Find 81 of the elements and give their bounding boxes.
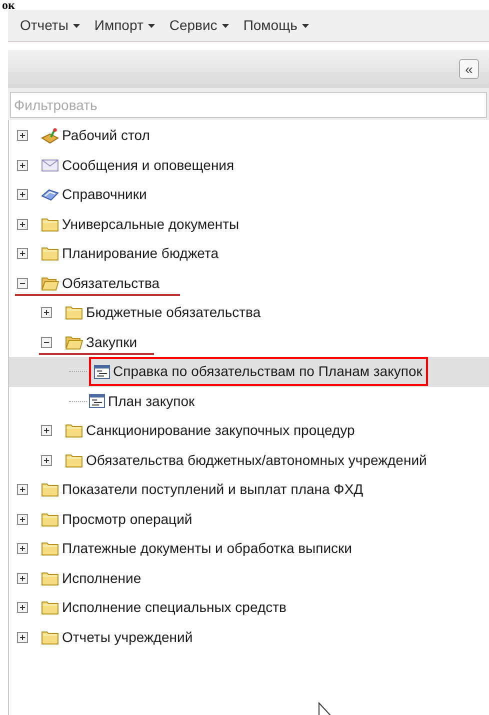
open-folder-icon	[65, 334, 83, 350]
open-folder-icon	[41, 276, 59, 291]
expand-icon[interactable]	[41, 454, 52, 466]
tree-row[interactable]: План закупок	[9, 386, 489, 416]
folder-icon	[41, 630, 59, 645]
tree-item-label[interactable]: Обязательства бюджетных/автономных учреждений	[86, 450, 427, 471]
folder-icon	[65, 452, 83, 468]
menu-button[interactable]: Импорт	[94, 15, 156, 36]
folder-icon	[41, 216, 59, 232]
folder-icon	[41, 246, 59, 262]
book-icon	[41, 188, 59, 202]
collapse-button[interactable]: «	[459, 59, 479, 79]
expand-icon[interactable]	[17, 543, 28, 554]
tree-row[interactable]: Бюджетные обязательства	[9, 298, 489, 328]
tree-item-label[interactable]: Планирование бюджета	[62, 243, 219, 264]
tree-item-label[interactable]: Бюджетные обязательства	[86, 302, 261, 324]
tree-row[interactable]: Обязательства бюджетных/автономных учреждений	[9, 446, 489, 475]
tree-item-label[interactable]: Закупки	[86, 332, 138, 353]
tree-item-label[interactable]: Сообщения и оповещения	[62, 154, 234, 176]
folder-icon	[65, 305, 83, 320]
folder-icon	[41, 570, 59, 586]
list-document-icon	[89, 394, 105, 408]
expand-icon[interactable]	[41, 307, 52, 318]
menu-button[interactable]: Отчеты	[20, 15, 80, 36]
expand-icon[interactable]	[17, 514, 28, 525]
expand-icon[interactable]	[17, 572, 28, 584]
tree-row[interactable]: Закупки	[9, 328, 489, 357]
tree-item-label[interactable]: Показатели поступлений и выплат плана ФХД	[62, 479, 364, 500]
tree-item-label[interactable]: Справочники	[62, 184, 147, 206]
tree-item-label[interactable]: Исполнение	[62, 568, 142, 589]
tree-item-label[interactable]: Исполнение специальных средств	[62, 597, 286, 618]
tree-item-label[interactable]: Просмотр операций	[62, 508, 192, 530]
caret-icon	[222, 24, 230, 28]
collapse-icon[interactable]	[41, 336, 52, 348]
tree-item-label[interactable]: Санкционирование закупочных процедур	[86, 420, 355, 442]
tree-row[interactable]: Планирование бюджета	[9, 239, 489, 268]
selected-tree-row[interactable]: Справка по обязательствам по Планам закупок	[9, 357, 489, 386]
tree-row[interactable]: Платежные документы и обработка выписки	[9, 534, 489, 564]
tree-row[interactable]: Санкционирование закупочных процедур	[9, 416, 489, 446]
tree-item-label[interactable]: План закупок	[108, 390, 195, 412]
tree-row[interactable]: Рабочий стол	[9, 121, 489, 150]
expand-icon[interactable]	[41, 425, 52, 436]
envelope-icon	[41, 158, 59, 172]
folder-icon	[41, 482, 59, 498]
caret-icon	[148, 24, 156, 28]
tree-row[interactable]: Показатели поступлений и выплат плана ФХД	[9, 475, 489, 504]
tree-row[interactable]: Отчеты учреждений	[9, 622, 489, 652]
expand-icon[interactable]	[17, 248, 28, 260]
filter-field[interactable]: Фильтровать	[10, 92, 487, 118]
tree-row[interactable]: Справочники	[9, 180, 489, 210]
folder-icon	[41, 512, 59, 527]
tree-row[interactable]: Исполнение	[9, 564, 489, 593]
tree-item-label[interactable]: Рабочий стол	[62, 125, 150, 146]
menu-button[interactable]: Сервис	[169, 15, 230, 36]
tree-row[interactable]: Обязательства	[9, 268, 489, 298]
tree-row[interactable]: Сообщения и оповещения	[9, 150, 489, 180]
tree-item-label[interactable]: Платежные документы и обработка выписки	[62, 538, 352, 560]
expand-icon[interactable]	[17, 602, 28, 614]
menu-button[interactable]: Помощь	[243, 15, 310, 36]
caret-icon	[302, 24, 310, 28]
expand-icon[interactable]	[17, 218, 28, 230]
tree-item-label[interactable]: Справка по обязательствам по Планам закупок	[113, 361, 422, 382]
expand-icon[interactable]	[17, 189, 28, 200]
tree-row[interactable]: Просмотр операций	[9, 504, 489, 534]
tree-item-label[interactable]: Универсальные документы	[62, 214, 240, 235]
tree-row[interactable]: Универсальные документы	[9, 210, 489, 239]
expand-icon[interactable]	[17, 130, 28, 142]
folder-icon	[41, 600, 59, 616]
collapse-icon[interactable]	[17, 278, 28, 289]
expand-icon[interactable]	[17, 632, 28, 643]
page-heading: ок	[2, 0, 16, 10]
list-document-icon	[94, 364, 110, 379]
expand-icon[interactable]	[17, 484, 28, 496]
caret-icon	[73, 24, 80, 28]
expand-icon[interactable]	[17, 160, 28, 171]
folder-icon	[41, 541, 59, 556]
tree-item-label[interactable]: Отчеты учреждений	[62, 626, 193, 648]
folder-icon	[65, 423, 83, 438]
tree-item-label[interactable]: Обязательства	[62, 272, 160, 294]
desk-icon	[41, 128, 59, 144]
tree-row[interactable]: Исполнение специальных средств	[9, 593, 489, 622]
